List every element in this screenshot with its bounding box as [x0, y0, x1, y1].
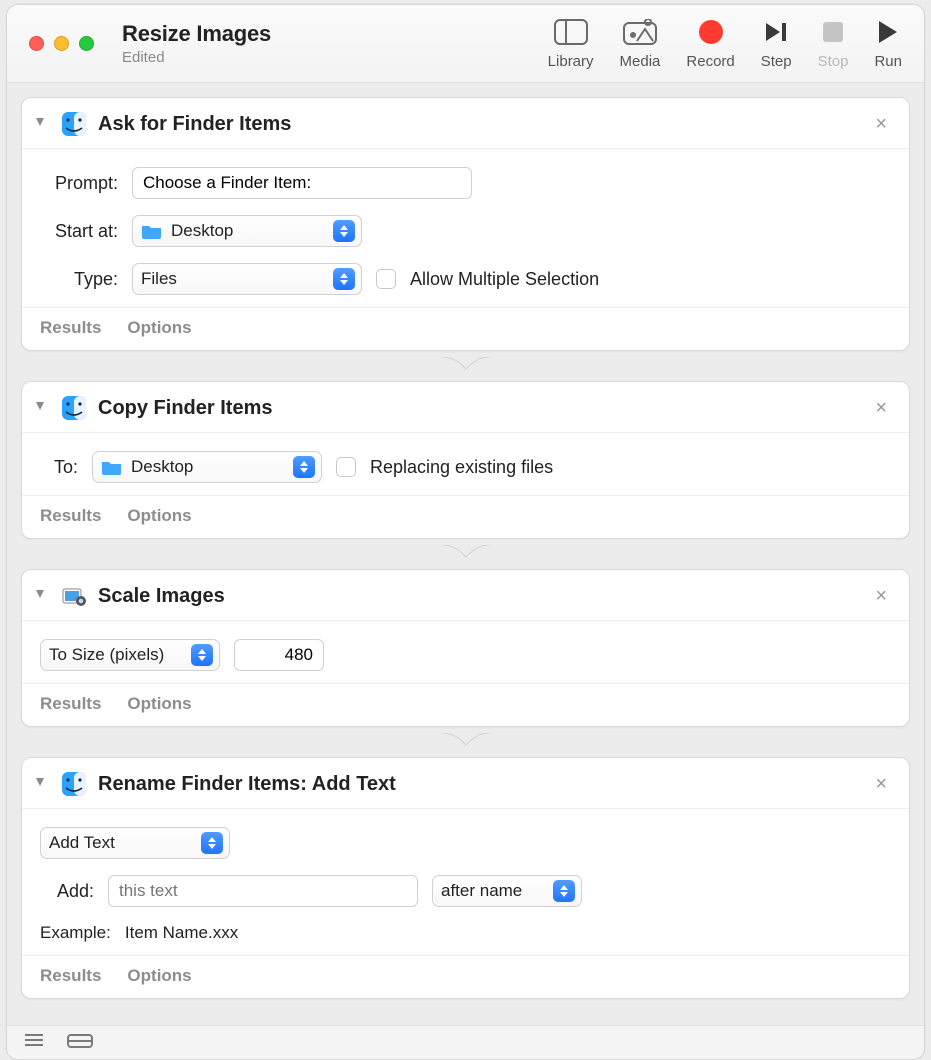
to-select[interactable]: Desktop	[92, 451, 322, 483]
select-arrows-icon	[293, 456, 315, 478]
allow-multiple-checkbox[interactable]	[376, 269, 396, 289]
action-title: Rename Finder Items: Add Text	[98, 773, 396, 796]
results-button[interactable]: Results	[40, 506, 101, 526]
minimize-window-button[interactable]	[54, 36, 69, 51]
options-button[interactable]: Options	[127, 694, 191, 714]
zoom-window-button[interactable]	[79, 36, 94, 51]
variables-view-button[interactable]	[67, 1033, 93, 1053]
select-arrows-icon	[201, 832, 223, 854]
action-connector	[443, 357, 489, 375]
library-button[interactable]: Library	[548, 17, 594, 70]
media-button[interactable]: Media	[620, 17, 661, 70]
type-value: Files	[141, 269, 325, 289]
scale-mode-value: To Size (pixels)	[49, 645, 183, 665]
stop-button: Stop	[818, 17, 849, 70]
media-label: Media	[620, 53, 661, 70]
remove-action-button[interactable]: ×	[869, 113, 893, 136]
action-scale-images: Scale Images × To Size (pixels) Results …	[21, 569, 910, 727]
automator-window: Resize Images Edited Library Media	[6, 4, 925, 1060]
add-label: Add:	[40, 881, 94, 902]
select-arrows-icon	[333, 220, 355, 242]
action-title: Scale Images	[98, 585, 225, 608]
prompt-label: Prompt:	[40, 173, 118, 194]
type-select[interactable]: Files	[132, 263, 362, 295]
log-view-button[interactable]	[23, 1032, 45, 1053]
media-icon	[623, 17, 657, 47]
position-select[interactable]: after name	[432, 875, 582, 907]
results-button[interactable]: Results	[40, 318, 101, 338]
document-title: Resize Images	[122, 21, 271, 47]
step-button[interactable]: Step	[761, 17, 792, 70]
action-copy-finder-items: Copy Finder Items × To: Desktop Replacin…	[21, 381, 910, 539]
add-text-input[interactable]	[108, 875, 418, 907]
finder-icon	[60, 110, 88, 138]
action-rename-finder-items: Rename Finder Items: Add Text × Add Text…	[21, 757, 910, 999]
folder-icon	[101, 459, 123, 475]
rename-op-select[interactable]: Add Text	[40, 827, 230, 859]
prompt-input[interactable]	[132, 167, 472, 199]
options-button[interactable]: Options	[127, 506, 191, 526]
library-label: Library	[548, 53, 594, 70]
scale-mode-select[interactable]: To Size (pixels)	[40, 639, 220, 671]
record-button[interactable]: Record	[686, 17, 734, 70]
results-button[interactable]: Results	[40, 694, 101, 714]
replace-existing-label: Replacing existing files	[370, 457, 553, 478]
record-icon	[698, 17, 724, 47]
options-button[interactable]: Options	[127, 966, 191, 986]
disclosure-toggle[interactable]	[30, 114, 50, 134]
toolbar: Library Media Record Step	[548, 17, 902, 70]
step-icon	[763, 17, 789, 47]
traffic-lights	[29, 36, 94, 51]
run-label: Run	[874, 53, 902, 70]
run-button[interactable]: Run	[874, 17, 902, 70]
close-window-button[interactable]	[29, 36, 44, 51]
results-button[interactable]: Results	[40, 966, 101, 986]
preview-app-icon	[60, 582, 88, 610]
titlebar: Resize Images Edited Library Media	[7, 5, 924, 83]
type-label: Type:	[40, 269, 118, 290]
example-label: Example:	[40, 923, 111, 943]
action-ask-finder-items: Ask for Finder Items × Prompt: Start at:…	[21, 97, 910, 351]
action-title: Copy Finder Items	[98, 397, 272, 420]
position-value: after name	[441, 881, 545, 901]
stop-label: Stop	[818, 53, 849, 70]
select-arrows-icon	[333, 268, 355, 290]
document-subtitle: Edited	[122, 49, 271, 66]
example-value: Item Name.xxx	[125, 923, 238, 943]
disclosure-toggle[interactable]	[30, 586, 50, 606]
title-block: Resize Images Edited	[122, 21, 271, 66]
select-arrows-icon	[191, 644, 213, 666]
finder-icon	[60, 770, 88, 798]
size-pixels-input[interactable]	[234, 639, 324, 671]
start-at-label: Start at:	[40, 221, 118, 242]
allow-multiple-label: Allow Multiple Selection	[410, 269, 599, 290]
action-connector	[443, 733, 489, 751]
to-label: To:	[40, 457, 78, 478]
disclosure-toggle[interactable]	[30, 774, 50, 794]
start-at-select[interactable]: Desktop	[132, 215, 362, 247]
finder-icon	[60, 394, 88, 422]
workflow-canvas[interactable]: Ask for Finder Items × Prompt: Start at:…	[7, 83, 924, 1025]
stop-icon	[822, 17, 844, 47]
disclosure-toggle[interactable]	[30, 398, 50, 418]
step-label: Step	[761, 53, 792, 70]
replace-existing-checkbox[interactable]	[336, 457, 356, 477]
action-connector	[443, 545, 489, 563]
options-button[interactable]: Options	[127, 318, 191, 338]
remove-action-button[interactable]: ×	[869, 585, 893, 608]
sidebar-icon	[554, 17, 588, 47]
record-label: Record	[686, 53, 734, 70]
to-value: Desktop	[131, 457, 285, 477]
remove-action-button[interactable]: ×	[869, 773, 893, 796]
remove-action-button[interactable]: ×	[869, 397, 893, 420]
start-at-value: Desktop	[171, 221, 325, 241]
play-icon	[877, 17, 899, 47]
select-arrows-icon	[553, 880, 575, 902]
folder-icon	[141, 223, 163, 239]
status-bar	[7, 1025, 924, 1059]
rename-op-value: Add Text	[49, 833, 193, 853]
action-title: Ask for Finder Items	[98, 113, 291, 136]
